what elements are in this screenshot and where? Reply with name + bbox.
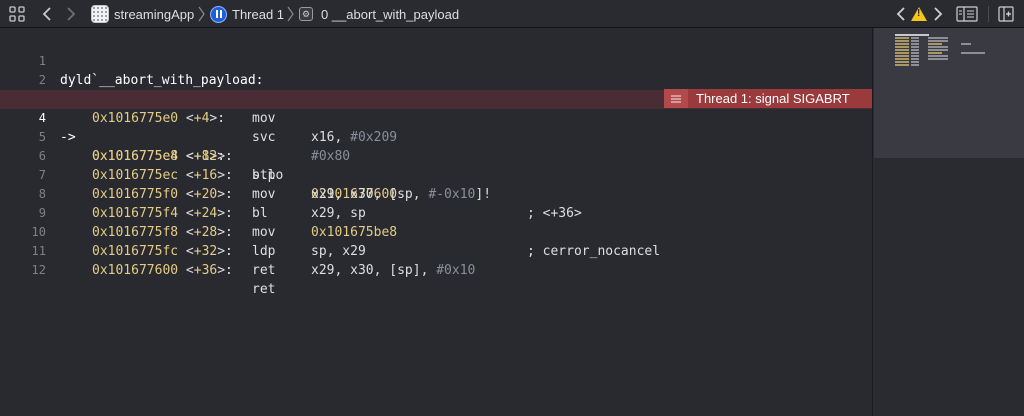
code-line[interactable]: 3 0x1016775e0 <+4>: svc #0x80 xyxy=(0,71,872,164)
breadcrumb-separator-icon xyxy=(198,0,205,28)
jump-bar: streamingApp Thread 1 ⚙ 0 __abort_with_p… xyxy=(0,0,1024,28)
breadcrumb-frame[interactable]: ⚙ 0 __abort_with_payload xyxy=(299,0,459,28)
minimap[interactable] xyxy=(872,28,1024,416)
code-line[interactable]: 6 0x1016775ec <+16>: mov x29, sp xyxy=(0,128,872,221)
minimap-line xyxy=(911,46,919,48)
code-line[interactable]: 2 0x1016775dc <+0>: mov x16, #0x209 xyxy=(0,52,872,145)
minimap-line xyxy=(928,58,948,60)
breadcrumb-app-label: streamingApp xyxy=(114,6,195,22)
minimap-line xyxy=(895,34,929,36)
code-line[interactable]: 10 0x1016775fc <+32>: ret xyxy=(0,204,872,278)
gear-icon: ⚙ xyxy=(299,7,313,21)
minimap-line xyxy=(895,64,909,66)
minimap-line xyxy=(911,55,919,57)
minimap-line xyxy=(895,61,909,63)
minimap-line xyxy=(911,58,919,60)
toolbar-divider xyxy=(988,6,989,22)
code-line[interactable]: 5 0x1016775e8 <+12>: stp x29, x30, [sp, … xyxy=(0,109,872,202)
minimap-line xyxy=(895,43,909,45)
next-issue-chevron-icon[interactable] xyxy=(933,0,943,28)
instruction-address: 0x101677600 <+36>: xyxy=(92,263,233,278)
minimap-line xyxy=(911,52,919,54)
related-items-grid-icon[interactable] xyxy=(8,5,26,23)
previous-issue-chevron-icon[interactable] xyxy=(896,0,906,28)
minimap-line xyxy=(911,43,919,45)
code-line[interactable]: 8 0x1016775f4 <+24>: mov sp, x29 xyxy=(0,166,872,259)
breadcrumb-thread[interactable]: Thread 1 xyxy=(210,0,284,28)
breadcrumb-frame-label: 0 __abort_with_payload xyxy=(321,6,460,22)
thread-icon xyxy=(210,5,227,23)
minimap-line xyxy=(928,49,948,51)
minimap-line xyxy=(911,64,919,66)
code-line[interactable]: 11 0x101677600 <+36>: ret xyxy=(0,223,872,297)
minimap-line xyxy=(911,37,919,39)
code-line[interactable]: 1 dyld`__abort_with_payload: xyxy=(0,33,872,88)
minimap-line xyxy=(895,40,909,42)
minimap-line xyxy=(895,52,909,54)
app-icon xyxy=(91,5,109,23)
instruction-offset: +36 xyxy=(193,263,218,278)
editor-options-icon[interactable] xyxy=(956,0,978,28)
issue-annotation[interactable]: Thread 1: signal SIGABRT xyxy=(664,89,872,108)
forward-chevron-icon[interactable] xyxy=(62,0,80,28)
disassembly-editor[interactable]: 1 dyld`__abort_with_payload: 2 0x1016775… xyxy=(0,28,872,416)
add-editor-split-icon[interactable] xyxy=(998,0,1014,28)
minimap-line xyxy=(911,49,919,51)
minimap-line xyxy=(895,46,909,48)
minimap-line xyxy=(928,37,948,39)
code-line[interactable]: 7 0x1016775f0 <+20>: bl 0x101675be8 ; ce… xyxy=(0,147,872,259)
minimap-line xyxy=(911,61,919,63)
issue-message: Thread 1: signal SIGABRT xyxy=(696,91,850,106)
minimap-line xyxy=(895,55,909,57)
instruction-mnemonic: ret xyxy=(252,263,276,278)
minimap-line xyxy=(895,37,909,39)
minimap-line xyxy=(928,55,948,57)
minimap-line xyxy=(928,52,942,54)
back-chevron-icon[interactable] xyxy=(38,0,56,28)
code-line[interactable]: 9 0x1016775f8 <+28>: ldp x29, x30, [sp],… xyxy=(0,185,872,278)
breadcrumb-thread-label: Thread 1 xyxy=(232,6,285,22)
warning-icon[interactable] xyxy=(911,0,927,28)
minimap-line xyxy=(928,40,948,42)
breadcrumb-separator-icon xyxy=(287,0,294,28)
breadcrumb-app[interactable]: streamingApp xyxy=(91,0,194,28)
code-line[interactable]: 12 xyxy=(0,242,872,277)
list-icon[interactable] xyxy=(664,89,688,108)
minimap-line xyxy=(895,49,909,51)
minimap-line xyxy=(895,58,909,60)
instruction-mnemonic: ret xyxy=(252,282,276,297)
instruction-operands: x29, x30, [sp], #0x10 xyxy=(311,263,476,278)
line-number: 12 xyxy=(31,263,46,277)
minimap-line xyxy=(928,46,948,48)
minimap-line xyxy=(961,52,985,54)
minimap-line xyxy=(928,43,942,45)
minimap-line xyxy=(911,40,919,42)
minimap-line xyxy=(961,43,971,45)
